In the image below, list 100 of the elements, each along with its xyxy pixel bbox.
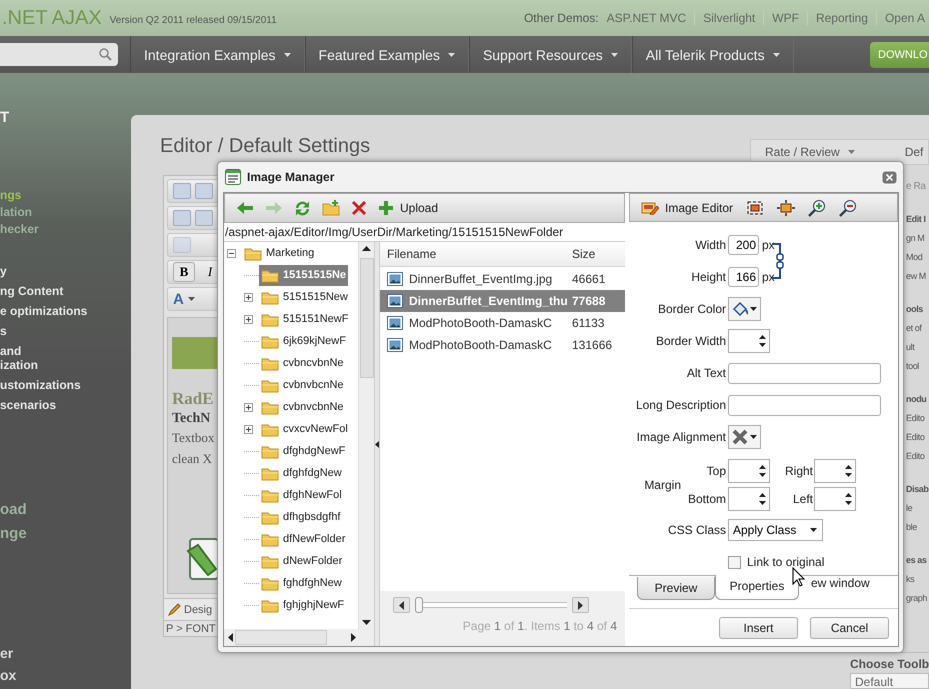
tree-folder-item[interactable]: dfhgbsdgfhf [259,506,342,528]
slider-thumb[interactable] [415,597,423,613]
tab-label[interactable]: Def [904,145,924,159]
back-arrow-icon[interactable] [236,201,254,215]
toolbar-select[interactable]: Default [850,673,929,689]
tree-folder-item[interactable]: cvbncvbnNe [259,352,346,374]
expander-icon[interactable] [227,248,236,258]
tree-folder-item[interactable]: dNewFolder [259,550,344,572]
tree-folder-item[interactable]: fghjghjNewF [259,594,346,616]
folder-icon [261,290,279,304]
image-alignment-dropdown[interactable] [728,425,761,449]
format-button[interactable]: I [199,262,221,282]
tree-folder-item[interactable]: cvbnvbcnNe [259,374,346,396]
zoom-in-icon[interactable] [808,198,826,216]
zoom-out-icon[interactable] [839,198,858,216]
scroll-right-button[interactable] [572,597,589,613]
tree-folder-item[interactable]: 5151515New [259,286,350,308]
side-text: Edito [906,412,926,425]
scroll-left-icon[interactable] [228,633,233,642]
sidebar-item[interactable]: y [0,264,131,278]
tree-folder-item[interactable]: fghdfghNew [259,572,344,594]
frame-icon[interactable] [746,200,764,216]
dialog-button[interactable]: Cancel [810,616,889,638]
expander-icon[interactable] [244,292,253,302]
expander-icon[interactable] [244,402,253,412]
collapse-arrow-icon[interactable] [375,440,379,448]
margin-left-field[interactable] [814,487,856,511]
new-folder-icon[interactable] [322,200,340,216]
search-field[interactable] [0,43,118,66]
font-color-button[interactable]: A [173,290,184,308]
tree-folder-item[interactable]: Marketing [242,242,316,264]
expander-icon[interactable] [244,424,253,434]
upload-button[interactable]: Upload [378,200,438,216]
margin-top-field[interactable] [728,459,770,483]
alt-text-field[interactable] [728,362,881,384]
rate-review-link[interactable]: Rate / Review [765,145,855,159]
tree-folder-item[interactable]: dfNewFolder [259,528,348,550]
column-header[interactable]: Size [570,247,596,261]
sidebar-item[interactable]: s [0,324,131,338]
sidebar-item[interactable]: ng Content [0,284,131,298]
sidebar-item[interactable]: and ization [0,344,131,372]
tree-folder-item[interactable]: 15151515Ne [259,264,348,286]
toolbar-chooser-label: Choose Toolb [850,656,929,673]
tree-folder-item[interactable]: cvbnvcbnNe [259,396,346,418]
tree-folder-item[interactable]: cvxcvNewFol [259,418,350,440]
file-name: ModPhotoBooth-DamaskC [409,316,552,330]
tree-folder-item[interactable]: 515151NewF [259,308,350,330]
scroll-up-icon[interactable] [362,246,371,251]
column-header[interactable]: Filename [380,247,570,261]
expander-icon[interactable] [244,314,253,324]
plus-icon [378,200,394,216]
tab[interactable]: Preview [637,577,715,600]
tab[interactable]: Properties [715,575,799,600]
tree-folder-item[interactable]: 6jk69kjNewF [259,330,348,352]
file-size: 61133 [571,316,604,330]
refresh-icon[interactable] [294,200,311,216]
css-class-dropdown[interactable]: Apply Class [728,519,823,541]
checkbox-label: ew window [811,576,870,590]
image-editor-button[interactable]: Image Editor [641,200,734,214]
sidebar-item[interactable]: ox [0,664,131,686]
image-file-icon [387,338,403,352]
number-field[interactable]: 200 [728,235,759,255]
checkbox[interactable] [728,556,741,568]
spinner-arrows-icon[interactable] [759,334,766,348]
scroll-thumb[interactable] [235,630,327,645]
tree-folder-item[interactable]: dfghNewFol [259,484,344,506]
spinner-arrows-icon[interactable] [759,464,766,478]
scroll-left-button[interactable] [393,597,410,613]
long-description-field[interactable] [728,394,881,416]
scroll-right-icon[interactable] [351,633,356,642]
delete-icon[interactable] [351,200,367,216]
design-tab[interactable]: Desig [164,599,216,620]
file-row[interactable]: DinnerBuffet_EventImg.jpg 46661 [380,268,625,290]
scroll-thumb[interactable] [360,258,374,378]
file-row[interactable]: DinnerBuffet_EventImg_thu 77688 [380,290,625,312]
margin-right-field[interactable] [814,459,856,483]
close-icon[interactable] [882,170,897,184]
resize-icon[interactable] [777,200,796,216]
field-label: Alt Text [686,366,727,380]
file-row[interactable]: ModPhotoBooth-DamaskC 131666 [380,334,625,356]
caret-icon [284,52,291,56]
margin-bottom-field[interactable] [728,487,770,511]
file-name: DinnerBuffet_EventImg_thu [409,294,568,308]
sidebar-item[interactable]: ustomizations [0,378,131,392]
sidebar-item[interactable]: scenarios [0,398,131,412]
spinner-arrows-icon[interactable] [845,492,852,506]
vertical-scrollbar[interactable] [358,242,374,629]
sidebar-item[interactable]: e optimizations [0,304,131,318]
number-field[interactable]: 166 [728,267,759,287]
dialog-button[interactable]: Insert [719,616,798,638]
sidebar-item[interactable]: er [0,642,131,664]
spinner-arrows-icon[interactable] [845,464,852,478]
border-width-field[interactable] [728,329,770,353]
tree-folder-item[interactable]: dfghdgNewF [259,440,348,462]
spinner-arrows-icon[interactable] [759,492,766,506]
horizontal-scrollbar[interactable] [224,629,374,646]
tree-folder-item[interactable]: dfghfdgNew [259,462,344,484]
border-color-dropdown[interactable] [728,297,761,321]
format-button[interactable]: B [173,262,195,282]
file-row[interactable]: ModPhotoBooth-DamaskC 61133 [380,312,625,334]
